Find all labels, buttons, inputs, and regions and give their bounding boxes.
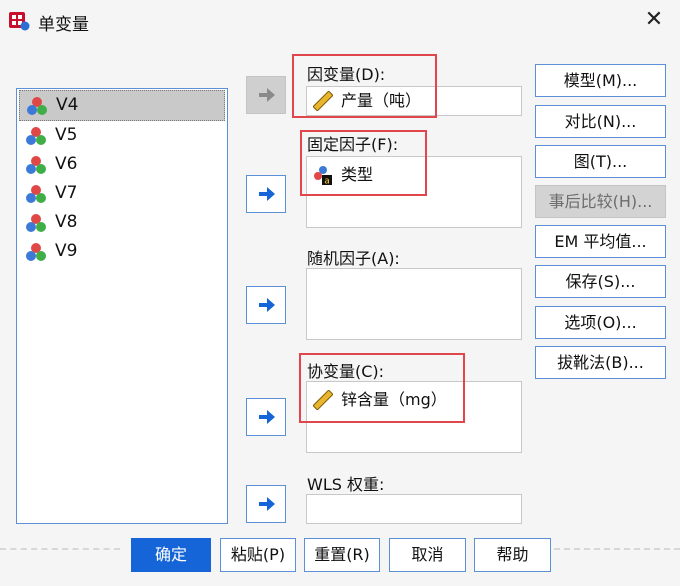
variable-name: V8 [55, 212, 78, 232]
bootstrap-button[interactable]: 拔靴法(B)... [535, 346, 666, 379]
help-button[interactable]: 帮助 [474, 538, 551, 572]
spss-app-icon [9, 12, 30, 31]
arrow-right-icon [259, 410, 275, 424]
wls-weight-label: WLS 权重: [307, 475, 385, 494]
arrow-right-icon [259, 497, 275, 511]
variable-item-v5[interactable]: V5 [19, 121, 225, 150]
scale-variable-icon [27, 97, 47, 115]
arrow-right-icon [259, 298, 275, 312]
highlight-box [299, 353, 465, 423]
source-variable-list[interactable]: V4 V5 V6 V7 V8 V9 [16, 88, 228, 524]
model-button[interactable]: 模型(M)... [535, 64, 666, 97]
variable-name: V4 [56, 95, 79, 115]
arrow-right-icon [259, 88, 275, 102]
scale-variable-icon [26, 185, 46, 203]
plot-button[interactable]: 图(T)... [535, 145, 666, 178]
scale-variable-icon [26, 127, 46, 145]
random-factor-list[interactable] [306, 268, 522, 340]
move-to-fixed-factor-button[interactable] [246, 175, 286, 213]
divider [554, 548, 680, 560]
scale-variable-icon [26, 156, 46, 174]
variable-item-v9[interactable]: V9 [19, 237, 225, 266]
options-button[interactable]: 选项(O)... [535, 306, 666, 339]
variable-name: V5 [55, 125, 78, 145]
scale-variable-icon [26, 243, 46, 261]
variable-item-v7[interactable]: V7 [19, 179, 225, 208]
posthoc-button[interactable]: 事后比较(H)... [535, 185, 666, 218]
arrow-right-icon [259, 187, 275, 201]
title-bar: 单变量 ✕ [0, 0, 680, 42]
variable-name: V6 [55, 154, 78, 174]
variable-name: V9 [55, 241, 78, 261]
move-to-wls-weight-button[interactable] [246, 485, 286, 523]
highlight-box [300, 130, 427, 196]
reset-button[interactable]: 重置(R) [304, 538, 380, 572]
save-button[interactable]: 保存(S)... [535, 265, 666, 298]
cancel-button[interactable]: 取消 [389, 538, 466, 572]
wls-weight-field[interactable] [306, 494, 522, 524]
contrast-button[interactable]: 对比(N)... [535, 105, 666, 138]
variable-item-v4[interactable]: V4 [19, 90, 225, 121]
variable-item-v6[interactable]: V6 [19, 150, 225, 179]
close-icon: ✕ [644, 7, 664, 32]
divider [0, 548, 120, 560]
em-means-button[interactable]: EM 平均值... [535, 225, 666, 258]
scale-variable-icon [26, 214, 46, 232]
variable-name: V7 [55, 183, 78, 203]
ok-button[interactable]: 确定 [131, 538, 211, 572]
move-to-random-factor-button[interactable] [246, 286, 286, 324]
window-title: 单变量 [38, 15, 89, 35]
close-button[interactable]: ✕ [640, 6, 668, 34]
highlight-box [292, 54, 437, 118]
move-to-dependent-button[interactable] [246, 76, 286, 114]
paste-button[interactable]: 粘贴(P) [220, 538, 296, 572]
random-factor-label: 随机因子(A): [307, 249, 400, 268]
move-to-covariate-button[interactable] [246, 398, 286, 436]
variable-item-v8[interactable]: V8 [19, 208, 225, 237]
